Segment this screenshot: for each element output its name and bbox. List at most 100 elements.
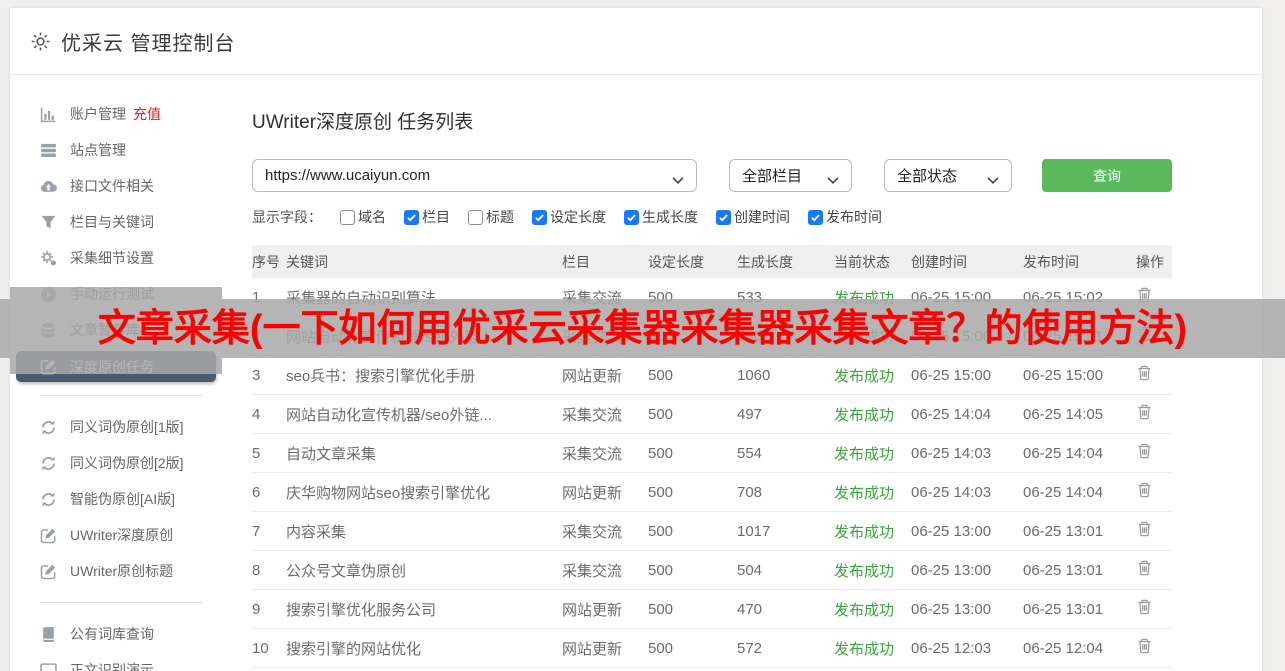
column-select[interactable]: 全部栏目 <box>729 159 852 192</box>
cell-actions <box>1136 364 1172 386</box>
trash-icon <box>1136 403 1153 421</box>
checkbox-checked[interactable] <box>808 209 823 225</box>
delete-button[interactable] <box>1136 598 1153 616</box>
checkbox-checked[interactable] <box>624 209 639 225</box>
column-header: 栏目 <box>562 253 590 270</box>
sidebar-item[interactable]: UWriter原创标题 <box>10 553 222 589</box>
cell-set_len: 500 <box>648 600 674 618</box>
checkbox-checked[interactable] <box>404 209 419 225</box>
cell-seq: 3 <box>252 366 261 384</box>
field-checkbox-label: 标题 <box>486 209 514 225</box>
table-row: 9 搜索引擎优化服务公司 网站更新 500 470 发布成功 06-25 13:00 06-2… <box>252 590 1172 629</box>
checkbox-unchecked[interactable] <box>340 209 355 225</box>
status-select-value: 全部状态 <box>897 168 958 185</box>
cell-keyword: 搜索引擎的网站优化 <box>286 640 422 658</box>
table-row: 7 内容采集 采集交流 500 1017 发布成功 06-25 13:00 06-25 13:… <box>252 512 1172 551</box>
cell-published: 06-25 14:05 <box>1023 405 1104 423</box>
field-checkbox-label: 发布时间 <box>826 209 882 225</box>
cell-set_len: 500 <box>648 483 674 501</box>
recharge-badge[interactable]: 充值 <box>133 104 161 124</box>
trash-icon <box>1136 481 1153 499</box>
sidebar-item[interactable]: 正文识别演示 <box>10 652 222 671</box>
sidebar-item[interactable]: 公有词库查询 <box>10 616 222 652</box>
cell-column: 采集交流 <box>562 445 623 463</box>
fields-label: 显示字段： <box>252 209 322 225</box>
trash-icon <box>1136 442 1153 460</box>
column-header: 关键词 <box>286 253 328 270</box>
cell-column: 采集交流 <box>562 523 623 541</box>
cell-status: 发布成功 <box>834 445 895 463</box>
sidebar-item-label: 同义词伪原创[1版] <box>70 419 184 435</box>
delete-button[interactable] <box>1136 520 1153 538</box>
sidebar-item[interactable]: 同义词伪原创[1版] <box>10 409 222 445</box>
page-title: UWriter深度原创 任务列表 <box>252 112 474 133</box>
checkbox-checked[interactable] <box>716 209 731 225</box>
sidebar-item-label: UWriter深度原创 <box>70 527 174 543</box>
refresh-icon <box>40 491 57 508</box>
field-checkbox-option[interactable]: 域名 <box>340 207 386 227</box>
field-checkbox-label: 设定长度 <box>550 209 606 225</box>
sidebar-item[interactable]: 同义词伪原创[2版] <box>10 445 222 481</box>
filter-icon <box>40 214 57 231</box>
cell-actions <box>1136 637 1172 659</box>
delete-button[interactable] <box>1136 559 1153 577</box>
cell-published: 06-25 13:01 <box>1023 522 1104 540</box>
cell-keyword: 网站自动化宣传机器/seo外链... <box>286 406 492 424</box>
book-icon <box>40 626 57 643</box>
status-select[interactable]: 全部状态 <box>884 159 1012 192</box>
sidebar-item-label: 站点管理 <box>70 142 126 158</box>
sidebar-item[interactable]: 栏目与关键词 <box>10 204 222 240</box>
cell-created: 06-25 14:04 <box>911 405 992 423</box>
cell-seq: 8 <box>252 561 261 579</box>
site-select[interactable]: https://www.ucaiyun.com <box>252 159 697 192</box>
checkbox-unchecked[interactable] <box>468 209 483 225</box>
cell-created: 06-25 14:03 <box>911 483 992 501</box>
sidebar-item[interactable]: UWriter深度原创 <box>10 517 222 553</box>
display-fields-row: 显示字段： 域名 栏目 标题 设定长度 生成长度 创建时间 发布时间 <box>252 207 1262 227</box>
query-button[interactable]: 查询 <box>1042 159 1172 192</box>
table-header-row: 序号 关键词 栏目 设定长度 生成长度 当前状态 创建时间 发布时间 操作 <box>252 245 1172 278</box>
sidebar-item[interactable]: 站点管理 <box>10 132 222 168</box>
sidebar-item[interactable]: 接口文件相关 <box>10 168 222 204</box>
cell-published: 06-25 14:04 <box>1023 444 1104 462</box>
site-select-value: https://www.ucaiyun.com <box>265 167 431 184</box>
refresh-icon <box>40 419 57 436</box>
cell-set_len: 500 <box>648 522 674 540</box>
cell-keyword: 公众号文章伪原创 <box>286 562 407 580</box>
cell-set_len: 500 <box>648 366 674 384</box>
checkbox-checked[interactable] <box>532 209 547 225</box>
sidebar-item[interactable]: 智能伪原创[AI版] <box>10 481 222 517</box>
sidebar-item-label: 公有词库查询 <box>70 626 154 642</box>
sidebar-divider <box>40 602 202 603</box>
cell-column: 采集交流 <box>562 406 623 424</box>
app-title: 优采云 管理控制台 <box>61 32 236 55</box>
cell-actions <box>1136 520 1172 542</box>
field-checkbox-option[interactable]: 发布时间 <box>808 207 882 227</box>
field-checkbox-option[interactable]: 设定长度 <box>532 207 606 227</box>
delete-button[interactable] <box>1136 403 1153 421</box>
cell-created: 06-25 12:03 <box>911 639 992 657</box>
cell-seq: 5 <box>252 444 261 462</box>
cell-seq: 7 <box>252 522 261 540</box>
sidebar-item-label: 接口文件相关 <box>70 178 154 194</box>
delete-button[interactable] <box>1136 481 1153 499</box>
sidebar-item[interactable]: 采集细节设置 <box>10 240 222 276</box>
server-icon <box>40 142 57 159</box>
table-row: 10 搜索引擎的网站优化 网站更新 500 572 发布成功 06-25 12:03 06-2… <box>252 629 1172 668</box>
cell-gen_len: 504 <box>737 561 763 579</box>
field-checkbox-option[interactable]: 生成长度 <box>624 207 698 227</box>
field-checkbox-option[interactable]: 标题 <box>468 207 514 227</box>
cell-gen_len: 497 <box>737 405 763 423</box>
chevron-down-icon <box>672 172 684 184</box>
field-checkbox-option[interactable]: 创建时间 <box>716 207 790 227</box>
delete-button[interactable] <box>1136 637 1153 655</box>
field-checkbox-option[interactable]: 栏目 <box>404 207 450 227</box>
sidebar-item[interactable]: 账户管理 充值 <box>10 96 222 132</box>
delete-button[interactable] <box>1136 442 1153 460</box>
cell-actions <box>1136 481 1172 503</box>
delete-button[interactable] <box>1136 364 1153 382</box>
cell-seq: 9 <box>252 600 261 618</box>
edit-icon <box>40 527 57 544</box>
annotation-text: 文章采集(一下如何用优采云采集器采集器采集文章？的使用方法) <box>97 307 1188 350</box>
column-select-value: 全部栏目 <box>742 168 803 185</box>
